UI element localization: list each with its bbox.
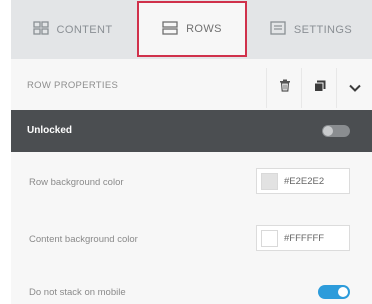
left-edge: [0, 0, 11, 304]
content-bg-color-input[interactable]: #FFFFFF: [256, 225, 350, 251]
collapse-button[interactable]: [336, 68, 372, 108]
delete-icon: [279, 79, 291, 97]
row-bg-color-value: #E2E2E2: [284, 175, 325, 187]
row-bg-color-input[interactable]: #E2E2E2: [256, 168, 350, 194]
stack-mobile-row: [11, 266, 372, 304]
settings-icon: [270, 21, 286, 38]
tab-content-label: CONTENT: [56, 23, 113, 36]
tab-content[interactable]: CONTENT: [11, 0, 134, 59]
delete-button[interactable]: [266, 68, 303, 108]
tab-settings-label: SETTINGS: [293, 23, 353, 36]
tab-rows-label: ROWS: [186, 23, 222, 35]
row-bg-color-label: Row background color: [29, 177, 124, 188]
tab-settings[interactable]: SETTINGS: [250, 0, 372, 59]
duplicate-button[interactable]: [301, 68, 338, 108]
stack-mobile-toggle-knob: [338, 287, 348, 297]
stack-mobile-toggle[interactable]: [318, 285, 350, 299]
stack-mobile-label: Do not stack on mobile: [29, 287, 126, 298]
row-bg-color-swatch[interactable]: [261, 172, 278, 190]
lock-label: Unlocked: [27, 125, 73, 136]
rows-icon: [162, 20, 178, 38]
lock-toggle-knob: [323, 126, 333, 136]
content-bg-color-label: Content background color: [29, 234, 138, 245]
chevron-down-icon: [349, 79, 361, 97]
duplicate-icon: [314, 79, 326, 97]
grid-icon: [32, 21, 49, 38]
tab-rows[interactable]: ROWS: [137, 1, 247, 57]
content-bg-color-swatch[interactable]: [261, 229, 278, 247]
content-bg-color-value: #FFFFFF: [284, 232, 325, 244]
row-properties-title: ROW PROPERTIES: [27, 80, 119, 91]
lock-toggle[interactable]: [322, 125, 350, 137]
